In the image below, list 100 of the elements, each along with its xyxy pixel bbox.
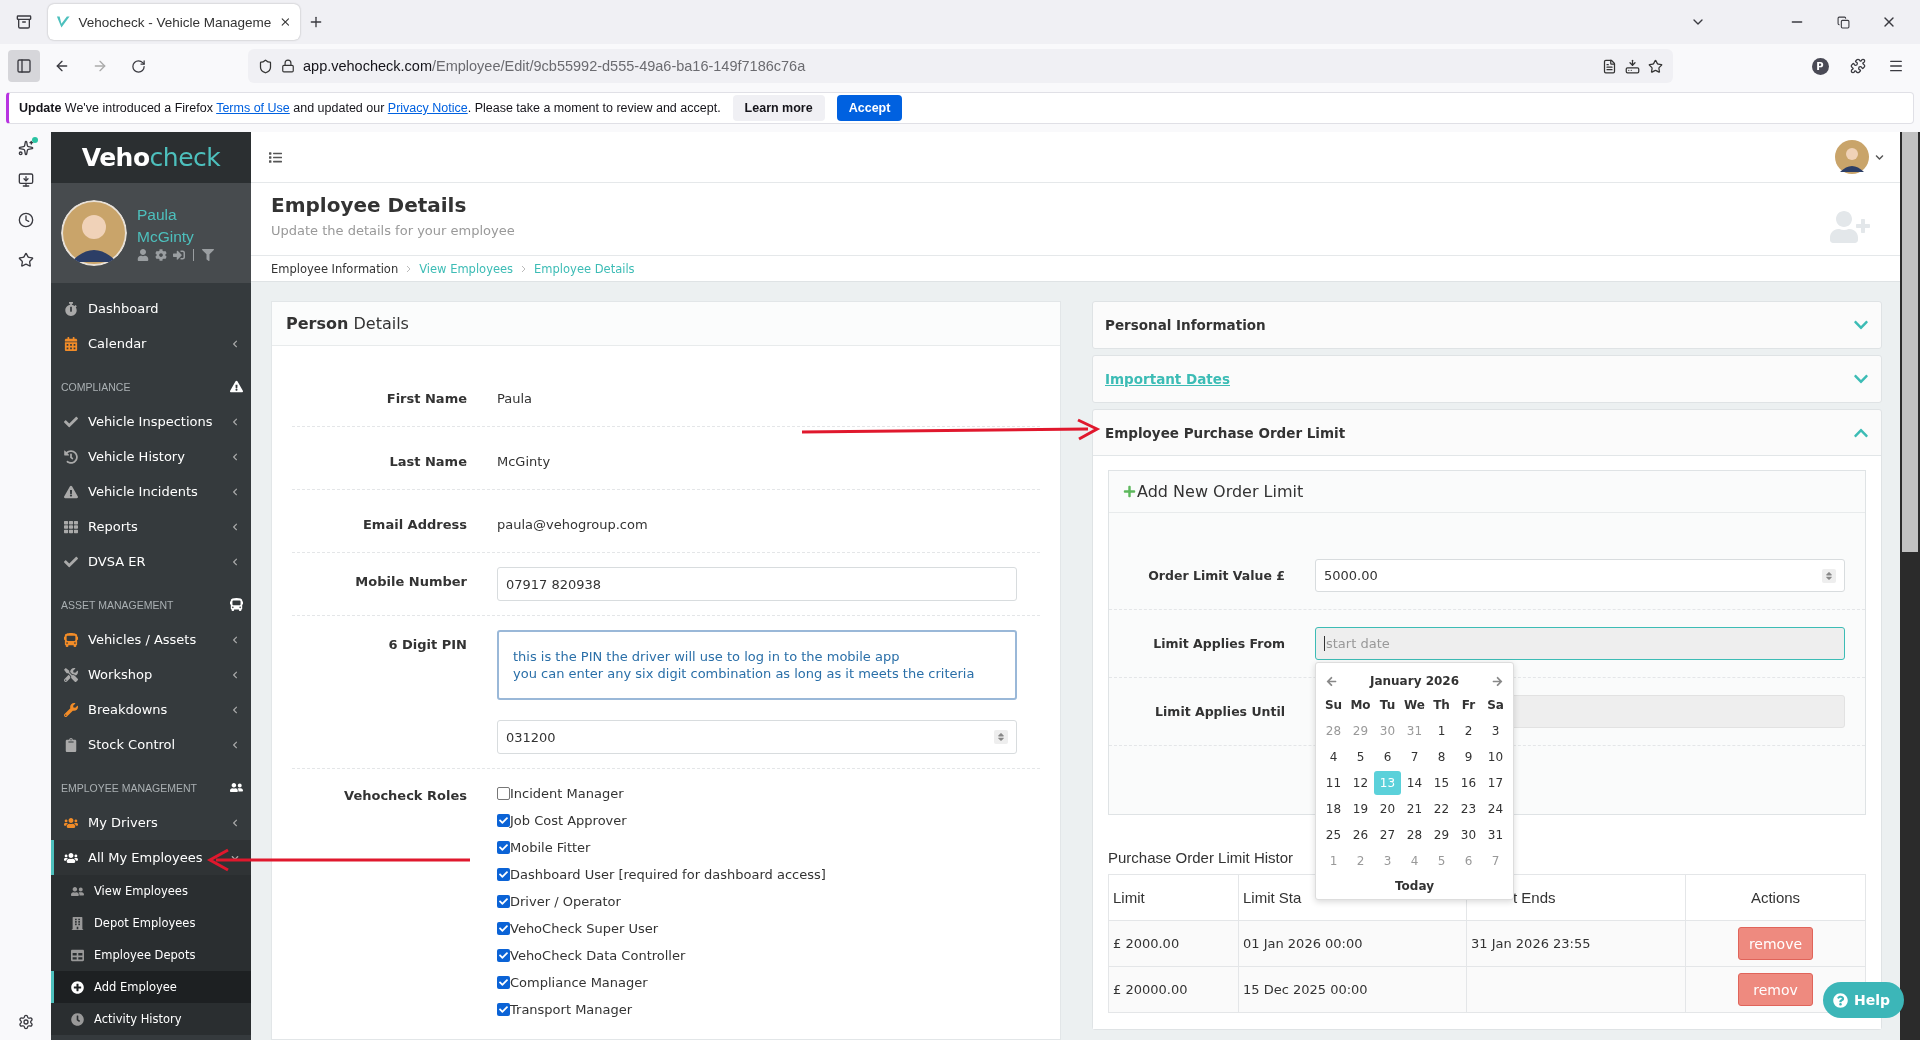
- checkbox[interactable]: [497, 840, 510, 854]
- calendar-day[interactable]: 6: [1374, 745, 1401, 769]
- calendar-day[interactable]: 2: [1455, 719, 1482, 743]
- sidebar-toggle-icon[interactable]: [8, 50, 40, 82]
- user-icon[interactable]: [137, 249, 149, 262]
- avatar[interactable]: [1835, 140, 1869, 174]
- calendar-day[interactable]: 12: [1347, 771, 1374, 795]
- calendar-day[interactable]: 5: [1347, 745, 1374, 769]
- calendar-day[interactable]: 25: [1320, 823, 1347, 847]
- checkbox[interactable]: [497, 867, 510, 881]
- checkbox[interactable]: [497, 786, 510, 800]
- sidebar-subitem[interactable]: View Employees: [51, 875, 251, 907]
- calendar-day[interactable]: 17: [1482, 771, 1509, 795]
- calendar-day[interactable]: 11: [1320, 771, 1347, 795]
- settings-icon[interactable]: [155, 249, 167, 262]
- sidebar-item[interactable]: Dashboard: [51, 291, 251, 326]
- calendar-day[interactable]: 23: [1455, 797, 1482, 821]
- pin-field[interactable]: 031200: [497, 720, 1017, 754]
- sidebar-item[interactable]: Vehicle History: [51, 439, 251, 474]
- sidebar-item[interactable]: Vehicle Incidents: [51, 474, 251, 509]
- sidebar-item[interactable]: Workshop: [51, 657, 251, 692]
- calendar-day[interactable]: 20: [1374, 797, 1401, 821]
- calendar-day[interactable]: 21: [1401, 797, 1428, 821]
- calendar-day[interactable]: 8: [1428, 745, 1455, 769]
- close-icon[interactable]: [279, 15, 292, 29]
- calendar-day[interactable]: 4: [1320, 745, 1347, 769]
- sidebar-item[interactable]: All My Employees: [51, 840, 251, 875]
- address-bar[interactable]: app.vehocheck.com/Employee/Edit/9cb55992-d555-49a6-ba16-149f7186c76a: [248, 49, 1673, 83]
- input-field[interactable]: 5000.00: [1315, 559, 1845, 592]
- calendar-day[interactable]: 18: [1320, 797, 1347, 821]
- filter-icon[interactable]: [202, 249, 214, 262]
- calendar-day[interactable]: 16: [1455, 771, 1482, 795]
- spinner-icon[interactable]: [1824, 570, 1834, 581]
- sidebar-subitem[interactable]: Employee Depots: [51, 939, 251, 971]
- checkbox[interactable]: [497, 813, 510, 827]
- field-label: Vehocheck Roles: [344, 787, 467, 803]
- chevron-left-icon: [231, 818, 239, 827]
- browser-tab[interactable]: Vehocheck - Vehicle Manageme: [48, 4, 300, 40]
- bookmark-star-icon[interactable]: [1648, 58, 1663, 74]
- calendar-day[interactable]: 22: [1428, 797, 1455, 821]
- sidebar-item[interactable]: Breakdowns: [51, 692, 251, 727]
- calendar-day[interactable]: 30: [1455, 823, 1482, 847]
- sidebar-item[interactable]: Vehicle Inspections: [51, 404, 251, 439]
- checkbox-label: Incident Manager: [510, 785, 624, 801]
- sign-in-icon[interactable]: [173, 249, 185, 262]
- checkbox[interactable]: [497, 948, 510, 962]
- calendar-day[interactable]: 31: [1482, 823, 1509, 847]
- table-icon: [71, 948, 84, 962]
- sidebar-item[interactable]: Vehicles / Assets: [51, 622, 251, 657]
- sidebar-item[interactable]: My Drivers: [51, 805, 251, 840]
- sidebar-item[interactable]: DVSA ER: [51, 544, 251, 579]
- calendar-day[interactable]: 3: [1482, 719, 1509, 743]
- checkbox[interactable]: [497, 921, 510, 935]
- breadcrumb-item[interactable]: Employee Information: [271, 261, 399, 276]
- sidebar-subitem[interactable]: Depot Employees: [51, 907, 251, 939]
- sidebar-item[interactable]: Reports: [51, 509, 251, 544]
- checkbox[interactable]: [497, 1002, 510, 1016]
- calendar-day[interactable]: 14: [1401, 771, 1428, 795]
- input-field[interactable]: 07917 820938: [497, 567, 1017, 601]
- calendar-day[interactable]: 24: [1482, 797, 1509, 821]
- calendar-day[interactable]: 27: [1374, 823, 1401, 847]
- checkbox-label: Dashboard User [required for dashboard access]: [510, 866, 826, 882]
- spinner-icon[interactable]: [996, 732, 1006, 742]
- panel-title[interactable]: Employee Purchase Order Limit: [1105, 424, 1346, 441]
- chevron-left-icon: [231, 670, 239, 679]
- notice-link[interactable]: Privacy Notice: [387, 101, 468, 115]
- accept-button[interactable]: Accept: [836, 95, 903, 121]
- tools-icon: [64, 667, 78, 682]
- chevron-left-icon: [231, 452, 239, 461]
- calendar-day[interactable]: 10: [1482, 745, 1509, 769]
- checkbox-label: Transport Manager: [510, 1001, 633, 1017]
- calendar-day[interactable]: 29: [1428, 823, 1455, 847]
- checkbox[interactable]: [497, 894, 510, 908]
- calendar-day[interactable]: 1: [1428, 719, 1455, 743]
- calendar-day[interactable]: 15: [1428, 771, 1455, 795]
- calendar-day[interactable]: 9: [1455, 745, 1482, 769]
- sidebar-item[interactable]: Calendar: [51, 326, 251, 361]
- panel-title[interactable]: Personal Information: [1105, 317, 1266, 333]
- calendar-day[interactable]: 19: [1347, 797, 1374, 821]
- field-value: McGinty: [497, 453, 552, 469]
- previous-month-icon[interactable]: [1326, 675, 1337, 687]
- calendar-day[interactable]: 7: [1401, 745, 1428, 769]
- download-icon[interactable]: [1625, 58, 1640, 74]
- calendar-day[interactable]: 26: [1347, 823, 1374, 847]
- next-month-icon[interactable]: [1492, 675, 1503, 687]
- field-label: Order Limit Value £: [1148, 568, 1285, 583]
- sidebar-subitem[interactable]: Add Employee: [51, 971, 251, 1003]
- weekday-label: Tu: [1378, 697, 1397, 714]
- sidebar-subitem[interactable]: Activity History: [51, 1003, 251, 1035]
- notice-link[interactable]: Terms of Use: [216, 101, 290, 115]
- today-button[interactable]: Today: [1389, 879, 1440, 893]
- user-last-name: McGinty: [137, 227, 195, 247]
- caret-icon[interactable]: [1875, 152, 1884, 162]
- sidebar-item[interactable]: Stock Control: [51, 727, 251, 762]
- reader-view-icon[interactable]: [1602, 58, 1617, 74]
- menu-icon[interactable]: [269, 150, 282, 164]
- checkbox[interactable]: [497, 975, 510, 989]
- learn-more-button[interactable]: Learn more: [732, 95, 825, 121]
- calendar-day[interactable]: 28: [1401, 823, 1428, 847]
- scrollbar-thumb[interactable]: [1902, 132, 1918, 552]
